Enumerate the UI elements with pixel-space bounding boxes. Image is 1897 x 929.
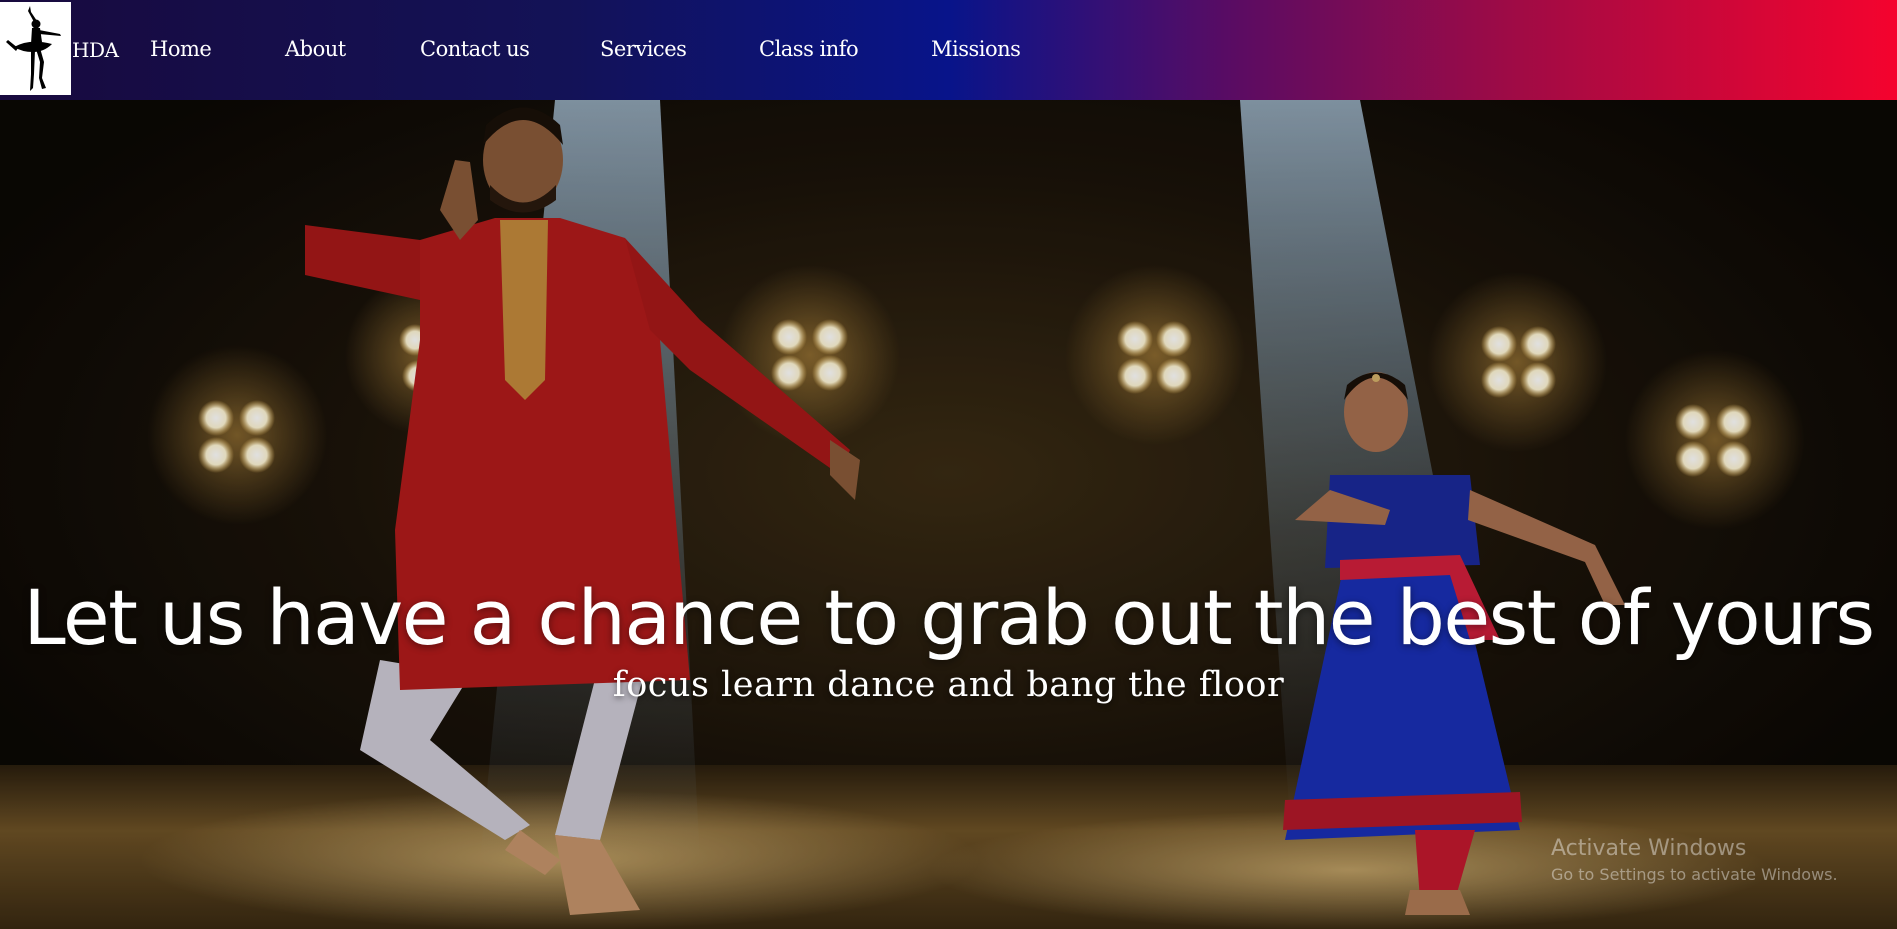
watermark-title: Activate Windows [1551,836,1747,861]
hero-subheadline: focus learn dance and bang the floor [612,665,1285,705]
nav-home[interactable]: Home [150,37,212,61]
hero-banner: Let us have a chance to grab out the bes… [0,100,1897,929]
nav-contact-us[interactable]: Contact us [420,37,530,61]
nav-class-info[interactable]: Class info [759,37,859,61]
nav-missions[interactable]: Missions [931,37,1021,61]
windows-activation-watermark: Activate Windows Go to Settings to activ… [1551,835,1838,887]
nav-about[interactable]: About [285,37,346,61]
logo[interactable] [0,2,71,95]
hero-headline: Let us have a chance to grab out the bes… [23,573,1875,662]
nav-services[interactable]: Services [600,37,687,61]
stage-dancers-photo [0,100,1897,929]
ballerina-silhouette-icon [6,6,61,91]
brand-name[interactable]: HDA [72,38,119,62]
watermark-subtitle: Go to Settings to activate Windows. [1551,865,1838,884]
top-navbar: HDA Home About Contact us Services Class… [0,0,1897,100]
